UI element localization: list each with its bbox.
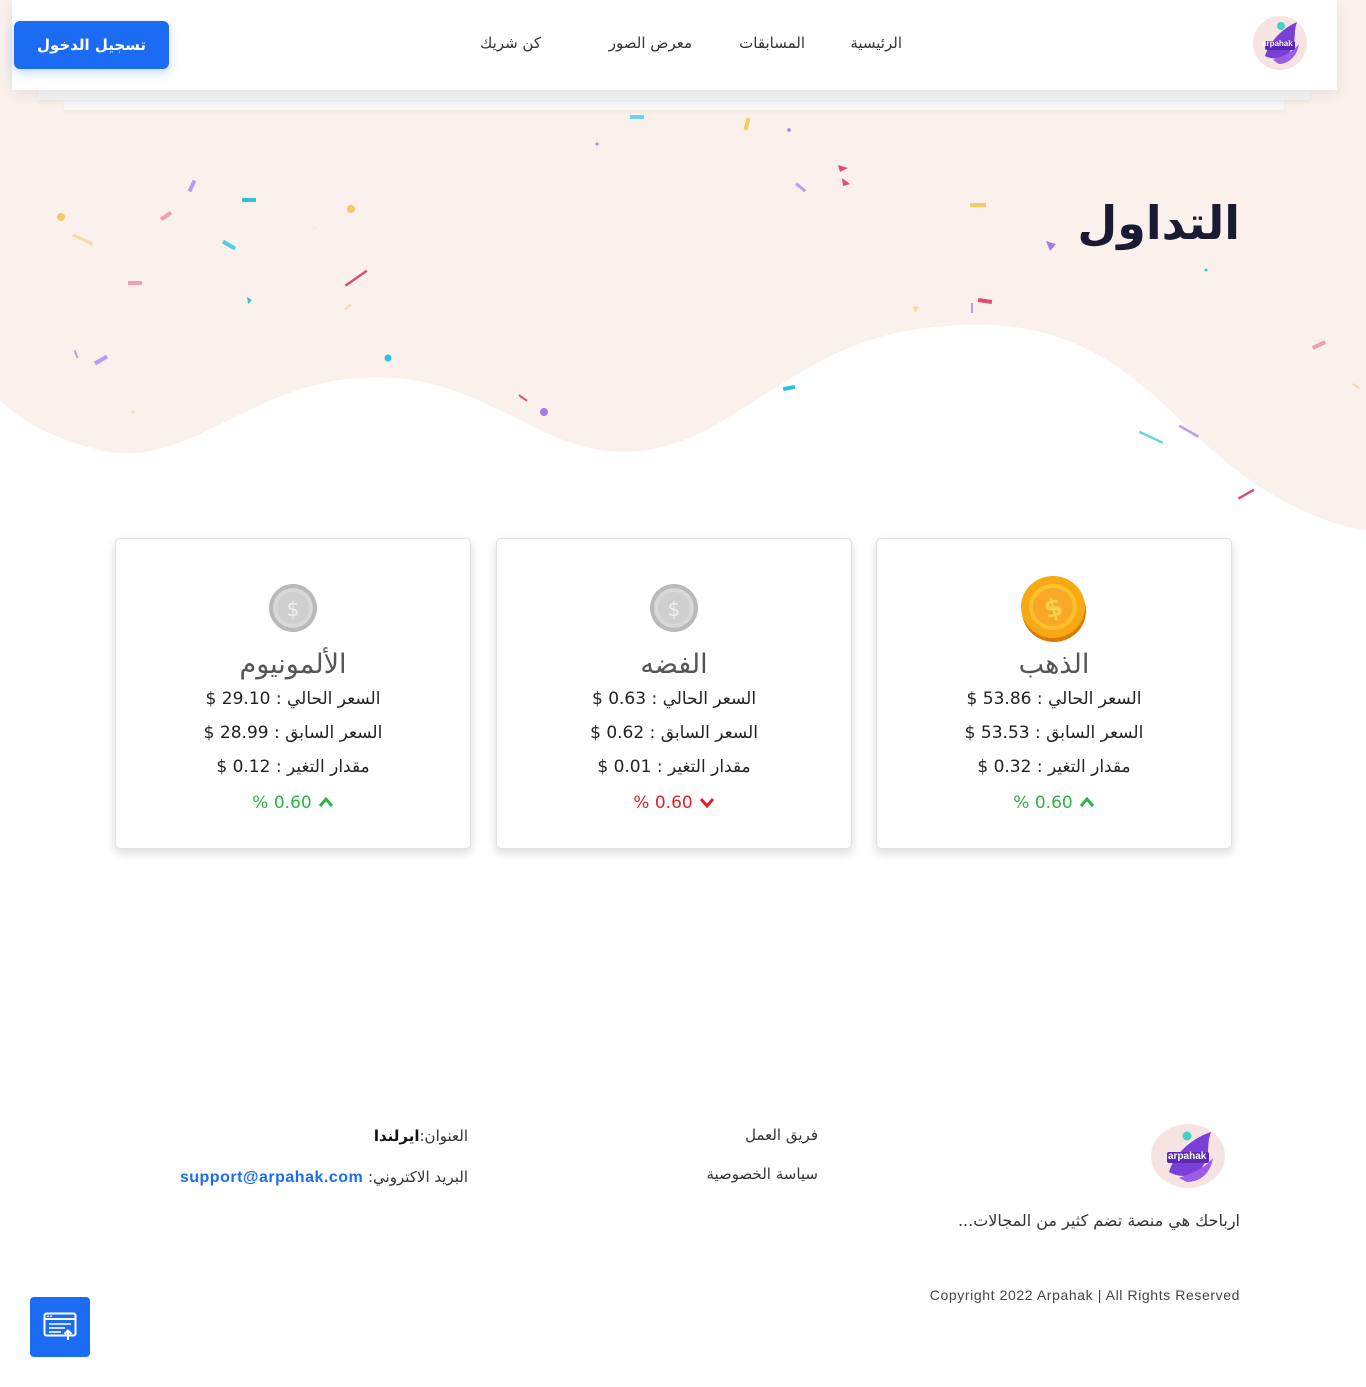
floating-action-button[interactable]: [30, 1297, 90, 1357]
svg-text:$: $: [668, 597, 681, 621]
commodity-name: الفضه: [640, 649, 708, 680]
change-percent-row: 0.60 %: [116, 793, 470, 813]
arrow-up-icon: [318, 793, 334, 813]
footer-address: العنوان:ايرلندا: [374, 1127, 468, 1145]
price-change: مقدار التغير : 0.32 $: [977, 757, 1131, 777]
change-percent: 0.60 %: [633, 793, 693, 813]
price-change: مقدار التغير : 0.12 $: [216, 757, 370, 777]
commodity-name: الذهب: [1018, 649, 1090, 680]
change-percent: 0.60 %: [1013, 793, 1073, 813]
nav-link-gallery[interactable]: معرض الصور: [609, 34, 692, 52]
price-change: مقدار التغير : 0.01 $: [597, 757, 751, 777]
address-label: العنوان:: [419, 1127, 469, 1145]
change-percent-row: 0.60 %: [877, 793, 1231, 813]
change-percent-row: 0.60 %: [497, 793, 851, 813]
silver-coin-icon: $: [269, 584, 317, 632]
commodity-card-silver: $ الفضه السعر الحالي : 0.63 $ السعر السا…: [496, 538, 852, 849]
address-value: ايرلندا: [373, 1127, 420, 1145]
previous-price: السعر السابق : 53.53 $: [964, 723, 1144, 743]
email-label: البريد الاكتروني:: [368, 1168, 468, 1186]
nav-link-competitions[interactable]: المسابقات: [739, 34, 805, 52]
silver-coin-icon: $: [650, 584, 698, 632]
previous-price: السعر السابق : 28.99 $: [203, 723, 383, 743]
page-title: التداول: [1077, 196, 1240, 250]
footer-email: البريد الاكتروني: support@arpahak.com: [180, 1168, 468, 1187]
copyright-text: Copyright 2022 Arpahak | All Rights Rese…: [929, 1287, 1240, 1303]
footer-about-text: ارباحك هي منصة تضم كثير من المجالات...: [957, 1211, 1240, 1230]
current-price: السعر الحالي : 29.10 $: [205, 689, 381, 709]
arrow-down-icon: [699, 793, 715, 813]
arrow-up-icon: [1079, 793, 1095, 813]
login-button[interactable]: تسجيل الدخول: [14, 21, 169, 69]
header-shadow-layer: [38, 90, 1310, 100]
commodity-card-gold: $ الذهب السعر الحالي : 53.86 $ السعر الس…: [876, 538, 1232, 849]
change-percent: 0.60 %: [252, 793, 312, 813]
current-price: السعر الحالي : 0.63 $: [591, 689, 757, 709]
email-link[interactable]: support@arpahak.com: [180, 1169, 363, 1186]
commodity-name: الألمونيوم: [239, 649, 347, 680]
nav-link-become-partner[interactable]: كن شريك: [480, 34, 541, 52]
current-price: السعر الحالي : 53.86 $: [966, 689, 1142, 709]
top-navbar: الرئيسية المسابقات معرض الصور كن شريك: [12, 0, 1337, 90]
header-shadow-layer: [64, 100, 1284, 110]
footer-link-privacy[interactable]: سياسة الخصوصية: [706, 1165, 818, 1183]
footer-brand-logo-text: arpahak: [1168, 1151, 1207, 1162]
previous-price: السعر السابق : 0.62 $: [590, 723, 758, 743]
svg-text:$: $: [287, 597, 300, 621]
brand-logo-text: arpahak: [1262, 39, 1293, 48]
browser-upload-icon: [43, 1312, 77, 1340]
footer-link-team[interactable]: فريق العمل: [745, 1126, 818, 1144]
gold-coin-icon: $: [1021, 576, 1086, 642]
nav-link-home[interactable]: الرئيسية: [850, 34, 902, 52]
commodity-card-aluminium: $ الألمونيوم السعر الحالي : 29.10 $ السع…: [115, 538, 471, 849]
